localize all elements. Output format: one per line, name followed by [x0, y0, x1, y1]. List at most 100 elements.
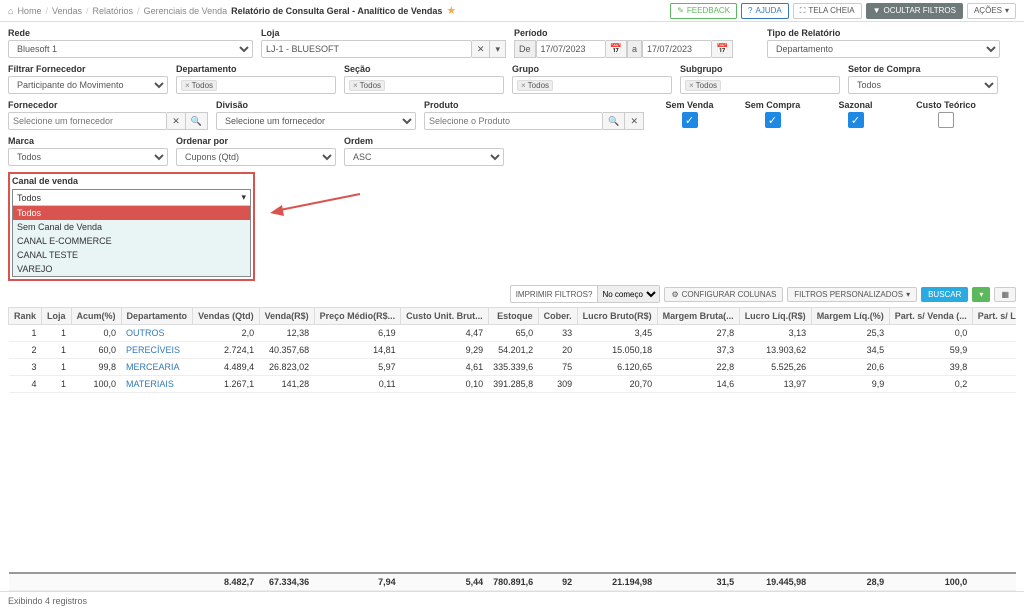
th-dept[interactable]: Departamento [121, 308, 193, 325]
canal-option[interactable]: CANAL E-COMMERCE [13, 234, 250, 248]
calendar-to-icon[interactable]: 📅 [712, 40, 733, 58]
sem-compra-checkbox[interactable]: ✓ [765, 112, 781, 128]
sem-venda-label: Sem Venda [665, 100, 713, 110]
th-pv[interactable]: Part. s/ Venda (... [889, 308, 972, 325]
filtrar-fornecedor-select[interactable]: Participante do Movimento [8, 76, 168, 94]
grupo-label: Grupo [512, 64, 672, 74]
subgrupo-label: Subgrupo [680, 64, 840, 74]
th-ll[interactable]: Lucro Líq.(R$) [739, 308, 811, 325]
custo-teorico-checkbox[interactable] [938, 112, 954, 128]
loja-input[interactable] [261, 40, 472, 58]
favorite-star-icon[interactable]: ★ [446, 4, 456, 17]
periodo-a-label: a [627, 40, 642, 58]
sem-venda-checkbox[interactable]: ✓ [682, 112, 698, 128]
bc-l3[interactable]: Gerenciais de Venda [144, 6, 228, 16]
custo-teorico-label: Custo Teórico [916, 100, 976, 110]
th-mb[interactable]: Margem Bruta(... [657, 308, 739, 325]
bc-current: Relatório de Consulta Geral - Analítico … [231, 6, 442, 16]
buscar-button[interactable]: BUSCAR [921, 287, 968, 302]
fornecedor-search-icon[interactable]: 🔍 [186, 112, 208, 130]
ocultar-filtros-button[interactable]: ▼ OCULTAR FILTROS [866, 3, 963, 19]
marca-select[interactable]: Todos [8, 148, 168, 166]
departamento-label: Departamento [176, 64, 336, 74]
canal-option[interactable]: VAREJO [13, 262, 250, 276]
annotation-arrow-icon [270, 189, 370, 219]
setor-compra-select[interactable]: Todos [848, 76, 998, 94]
divisao-select[interactable]: Selecione um fornecedor [216, 112, 416, 130]
th-acum[interactable]: Acum(%) [71, 308, 121, 325]
periodo-to-input[interactable] [642, 40, 712, 58]
ordem-label: Ordem [344, 136, 504, 146]
acoes-button[interactable]: AÇÕES ▾ [967, 3, 1016, 19]
fornecedor-input[interactable] [8, 112, 167, 130]
periodo-from-input[interactable] [536, 40, 606, 58]
grupo-taginput[interactable]: ×Todos [512, 76, 672, 94]
ordem-select[interactable]: ASC [344, 148, 504, 166]
ordenar-por-select[interactable]: Cupons (Qtd) [176, 148, 336, 166]
ajuda-button[interactable]: ? AJUDA [741, 3, 789, 19]
th-pm[interactable]: Preço Médio(R$... [314, 308, 401, 325]
table-row[interactable]: 3199,8MERCEARIA4.489,426.823,025,974,613… [9, 359, 1017, 376]
canal-option[interactable]: Sem Canal de Venda [13, 220, 250, 234]
tipo-relatorio-select[interactable]: Departamento [767, 40, 1000, 58]
secao-label: Seção [344, 64, 504, 74]
produto-input[interactable] [424, 112, 603, 130]
feedback-button[interactable]: ✎ FEEDBACK [670, 3, 737, 19]
departamento-taginput[interactable]: ×Todos [176, 76, 336, 94]
ordenar-por-label: Ordenar por [176, 136, 336, 146]
imprimir-filtros-combo[interactable]: IMPRIMIR FILTROS? No começo [510, 285, 661, 303]
footer-status: Exibindo 4 registros [0, 591, 1024, 610]
marca-label: Marca [8, 136, 168, 146]
filtrar-fornecedor-label: Filtrar Fornecedor [8, 64, 168, 74]
tipo-relatorio-label: Tipo de Relatório [767, 28, 1000, 38]
results-table: Rank Loja Acum(%) Departamento Vendas (Q… [8, 307, 1016, 591]
rede-select[interactable]: Bluesoft 1 [8, 40, 253, 58]
home-icon[interactable]: ⌂ [8, 6, 13, 16]
tela-cheia-button[interactable]: ⛶ TELA CHEIA [793, 3, 862, 19]
th-qtd[interactable]: Vendas (Qtd) [193, 308, 260, 325]
fornecedor-clear-icon[interactable]: ✕ [167, 112, 186, 130]
produto-label: Produto [424, 100, 644, 110]
chevron-down-icon: ▾ [241, 192, 246, 203]
subgrupo-taginput[interactable]: ×Todos [680, 76, 840, 94]
fornecedor-label: Fornecedor [8, 100, 208, 110]
filtros-personalizados-button[interactable]: FILTROS PERSONALIZADOS ▾ [787, 287, 917, 302]
th-loja[interactable]: Loja [42, 308, 72, 325]
produto-search-icon[interactable]: 🔍 [603, 112, 625, 130]
canal-venda-dropdown[interactable]: Todos▾ Todos Sem Canal de Venda CANAL E-… [12, 189, 251, 277]
imprimir-filtros-select[interactable]: No começo [597, 286, 659, 302]
periodo-de-label: De [514, 40, 536, 58]
th-cu[interactable]: Custo Unit. Brut... [401, 308, 489, 325]
calendar-from-icon[interactable]: 📅 [606, 40, 627, 58]
th-ml[interactable]: Margem Líq.(%) [811, 308, 889, 325]
canal-venda-highlight: Canal de venda Todos▾ Todos Sem Canal de… [8, 172, 255, 281]
loja-label: Loja [261, 28, 506, 38]
loja-clear-icon[interactable]: ✕ [472, 40, 491, 58]
bc-l2[interactable]: Relatórios [93, 6, 134, 16]
th-lb[interactable]: Lucro Bruto(R$) [577, 308, 657, 325]
th-cob[interactable]: Cober. [538, 308, 577, 325]
table-row[interactable]: 41100,0MATERIAIS1.267,1141,280,110,10391… [9, 376, 1017, 393]
breadcrumb-bar: ⌂ Home/ Vendas/ Relatórios/ Gerenciais d… [0, 0, 1024, 22]
sazonal-label: Sazonal [838, 100, 872, 110]
configurar-colunas-button[interactable]: ⚙ CONFIGURAR COLUNAS [664, 287, 783, 302]
totals-row: 8.482,7 67.334,36 7,94 5,44 780.891,6 92… [9, 573, 1017, 591]
secao-taginput[interactable]: ×Todos [344, 76, 504, 94]
canal-option[interactable]: CANAL TESTE [13, 248, 250, 262]
canal-option[interactable]: Todos [13, 206, 250, 220]
bc-home[interactable]: Home [17, 6, 41, 16]
th-est[interactable]: Estoque [488, 308, 538, 325]
table-row[interactable]: 2160,0PERECÍVEIS2.724,140.357,6814,819,2… [9, 342, 1017, 359]
sem-compra-label: Sem Compra [745, 100, 801, 110]
sazonal-checkbox[interactable]: ✓ [848, 112, 864, 128]
table-row[interactable]: 110,0OUTROS2,012,386,194,4765,0333,4527,… [9, 325, 1017, 342]
th-pl[interactable]: Part. s/ Lucro(%... [972, 308, 1016, 325]
th-venda[interactable]: Venda(R$) [259, 308, 314, 325]
bc-l1[interactable]: Vendas [52, 6, 82, 16]
produto-clear-icon[interactable]: ✕ [625, 112, 644, 130]
buscar-dropdown-button[interactable]: ▾ [972, 287, 990, 302]
grid-icon-button[interactable]: ▦ [994, 287, 1016, 302]
periodo-label: Período [514, 28, 759, 38]
loja-dropdown-icon[interactable]: ▾ [490, 40, 506, 58]
th-rank[interactable]: Rank [9, 308, 42, 325]
